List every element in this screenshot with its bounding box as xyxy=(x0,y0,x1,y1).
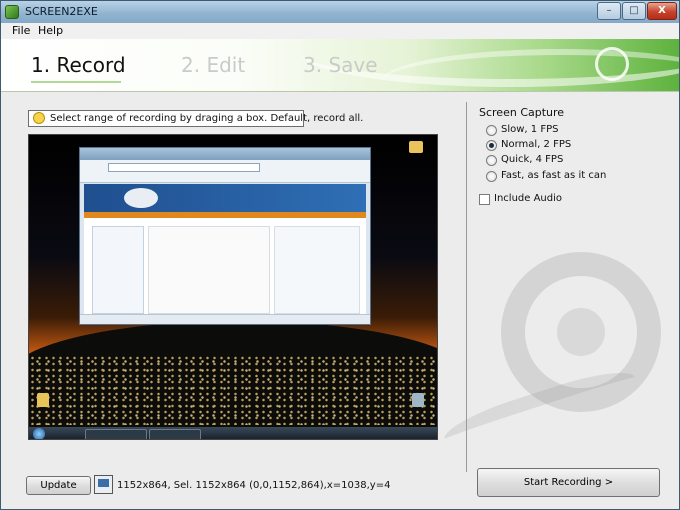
hint-text: Select range of recording by draging a b… xyxy=(50,113,364,124)
hint-box: Select range of recording by draging a b… xyxy=(28,110,363,127)
step-header: 1. Record 2. Edit 3. Save xyxy=(1,39,679,92)
panel-divider xyxy=(466,102,467,472)
menu-bar: File Help xyxy=(1,23,679,39)
radio-label[interactable]: Quick, 4 FPS xyxy=(501,154,563,165)
preview-city-lights xyxy=(29,355,437,425)
radio-button[interactable] xyxy=(486,125,497,136)
selection-info: 1152x864, Sel. 1152x864 (0,0,1152,864),x… xyxy=(117,480,391,491)
radio-label[interactable]: Fast, as fast as it can xyxy=(501,170,606,181)
browser-page-nav xyxy=(84,212,366,218)
taskbar-button xyxy=(85,429,147,439)
browser-site-logo xyxy=(124,188,158,208)
logo-reel-icon xyxy=(595,47,629,81)
close-button[interactable]: X xyxy=(647,2,677,20)
radio-button[interactable] xyxy=(486,140,497,151)
film-reel-hub xyxy=(557,308,605,356)
step-record: 1. Record xyxy=(31,53,126,77)
app-window: SCREEN2EXE – □ X File Help 1. Record 2. … xyxy=(0,0,680,510)
desktop-folder-icon xyxy=(409,141,423,153)
app-icon[interactable] xyxy=(5,5,19,19)
browser-address-bar xyxy=(108,163,260,172)
radio-button[interactable] xyxy=(486,171,497,182)
record-panel: Select range of recording by draging a b… xyxy=(1,92,679,509)
browser-page-right-column xyxy=(274,226,360,314)
browser-page-sidebar xyxy=(92,226,144,314)
checkbox[interactable] xyxy=(479,194,490,205)
browser-page-header xyxy=(84,184,366,212)
lightbulb-icon xyxy=(33,112,45,124)
title-bar[interactable]: SCREEN2EXE – □ X xyxy=(1,1,679,24)
radio-button[interactable] xyxy=(486,155,497,166)
preview-browser-window xyxy=(79,147,371,325)
step-save: 3. Save xyxy=(303,53,378,77)
maximize-button[interactable]: □ xyxy=(622,2,646,20)
taskbar-button xyxy=(149,429,201,439)
include-audio-label[interactable]: Include Audio xyxy=(494,193,562,204)
start-orb-icon xyxy=(33,428,45,439)
browser-title-bar xyxy=(80,148,370,160)
capture-preview[interactable] xyxy=(28,134,438,440)
step-active-indicator xyxy=(31,81,121,83)
update-button[interactable]: Update xyxy=(26,476,91,495)
step-edit: 2. Edit xyxy=(181,53,246,77)
minimize-button[interactable]: – xyxy=(597,2,621,20)
screen-capture-title: Screen Capture xyxy=(479,106,565,119)
browser-page xyxy=(84,184,366,316)
radio-label[interactable]: Slow, 1 FPS xyxy=(501,124,558,135)
browser-toolbar xyxy=(80,160,370,183)
radio-label[interactable]: Normal, 2 FPS xyxy=(501,139,571,150)
window-title: SCREEN2EXE xyxy=(25,5,98,18)
browser-status-bar xyxy=(80,314,370,324)
desktop-document-icon xyxy=(37,393,49,407)
recycle-bin-icon xyxy=(412,393,424,407)
start-recording-button[interactable]: Start Recording > xyxy=(477,468,660,497)
monitor-icon[interactable] xyxy=(94,475,113,494)
browser-page-main xyxy=(148,226,270,314)
menu-file[interactable]: File xyxy=(12,24,30,37)
menu-help[interactable]: Help xyxy=(38,24,63,37)
preview-taskbar xyxy=(29,427,437,439)
